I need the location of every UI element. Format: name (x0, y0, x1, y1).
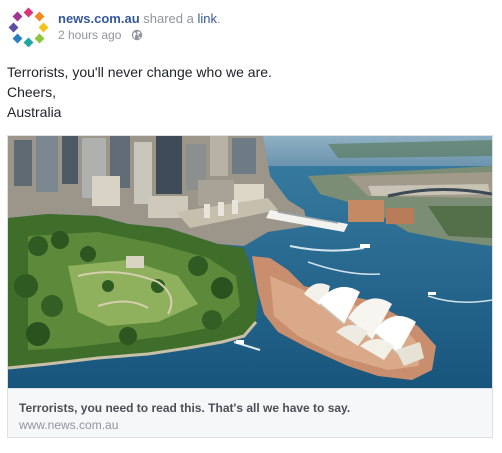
author-name-link[interactable]: news.com.au (58, 11, 140, 26)
author-line: news.com.au shared a link. (58, 11, 221, 27)
sydney-opera-house-aerial-photo[interactable] (8, 136, 492, 388)
globe-icon[interactable] (131, 29, 143, 45)
news-com-au-avatar[interactable] (8, 7, 49, 48)
message-line: Australia (7, 104, 62, 120)
link-title[interactable]: Terrorists, you need to read this. That'… (19, 401, 350, 416)
message-line: Terrorists, you'll never change who we a… (7, 64, 272, 80)
post-timestamp[interactable]: 2 hours ago (58, 28, 121, 42)
shared-period: . (217, 11, 221, 26)
post-message: Terrorists, you'll never change who we a… (7, 62, 272, 122)
shared-link-post: news.com.au shared a link. 2 hours ago T… (0, 0, 502, 453)
link-caption[interactable]: Terrorists, you need to read this. That'… (8, 388, 492, 437)
link-url: www.news.com.au (19, 418, 119, 432)
post-meta: 2 hours ago (58, 28, 143, 45)
news-logo-icon (8, 7, 49, 48)
link-attachment[interactable]: Terrorists, you need to read this. That'… (7, 135, 493, 438)
post-header: news.com.au shared a link. 2 hours ago (8, 7, 494, 48)
message-line: Cheers, (7, 84, 57, 100)
shared-link[interactable]: link (197, 11, 217, 26)
shared-text: shared a (143, 11, 194, 26)
